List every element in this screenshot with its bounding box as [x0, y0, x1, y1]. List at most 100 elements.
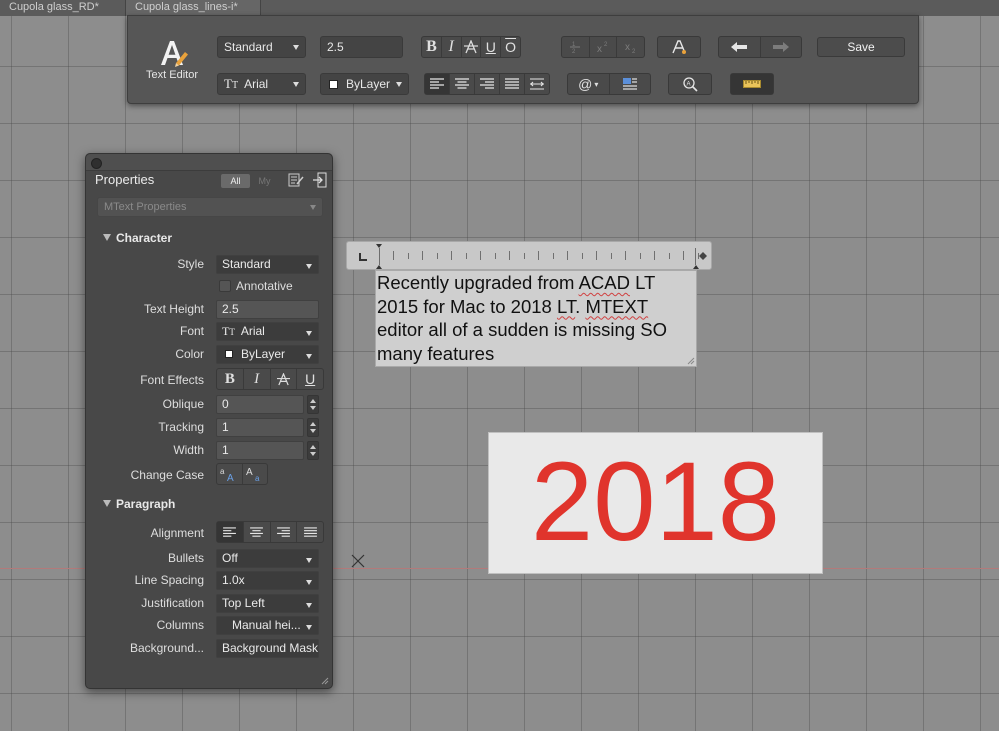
color-select[interactable]: ByLayer [216, 345, 319, 364]
line-spacing-select[interactable]: 1.0x [216, 571, 319, 590]
lowercase-button[interactable]: Aa [243, 464, 268, 484]
text-formatting-icon [672, 40, 686, 54]
style-select[interactable]: Standard [216, 255, 319, 274]
width-stepper[interactable] [307, 441, 319, 460]
strikethrough-button[interactable] [271, 369, 298, 389]
superscript-button[interactable]: x2 [590, 37, 618, 57]
text-height-field[interactable]: 2.5 [216, 300, 319, 319]
text-formatting-button[interactable] [658, 37, 700, 57]
mtext-line-3: editor all of a sudden is missing SO [377, 319, 667, 340]
style-label: Style [177, 257, 204, 271]
para-align-left-button[interactable] [217, 522, 244, 542]
ruler-tick [625, 251, 626, 260]
font-select[interactable]: TT Arial [217, 73, 306, 95]
align-center-icon [250, 526, 264, 537]
misspelled-word: LT [556, 295, 576, 317]
section-paragraph[interactable]: Paragraph [103, 497, 175, 511]
svg-text:A: A [687, 82, 691, 88]
palette-titlebar[interactable] [86, 154, 332, 171]
text-height-input[interactable]: 2.5 [320, 36, 403, 58]
filter-segment: All My [221, 174, 279, 188]
ruler-tick [523, 253, 525, 259]
text-style-select[interactable]: Standard [217, 36, 306, 58]
close-button[interactable] [91, 158, 102, 169]
strikethrough-button[interactable] [462, 37, 482, 57]
stack-button[interactable]: 12 [562, 37, 590, 57]
text-editor-title: Text Editor [146, 69, 198, 81]
doc-tab-cupola-rd[interactable]: Cupola glass_RD* [0, 0, 126, 16]
color-select[interactable]: ByLayer [320, 73, 409, 95]
mtext-content[interactable]: Recently upgraded from ACAD LT 2015 for … [377, 271, 695, 365]
background-label: Background... [129, 641, 204, 655]
para-align-right-button[interactable] [271, 522, 298, 542]
ruler-tick [538, 251, 539, 260]
svg-text:2: 2 [632, 49, 636, 54]
color-value: ByLayer [241, 347, 286, 361]
undo-button[interactable] [719, 37, 761, 57]
insert-group: @ ▾ [567, 73, 651, 95]
bold-button[interactable]: B [422, 37, 442, 57]
annotative-checkbox[interactable] [219, 280, 231, 292]
right-indent-marker-icon[interactable] [692, 260, 700, 270]
bold-button[interactable]: B [217, 369, 244, 389]
align-center-icon [455, 78, 469, 89]
filter-my-tab[interactable]: My [250, 174, 279, 188]
ruler-toggle-button[interactable] [731, 74, 773, 94]
underline-button[interactable]: U [481, 37, 502, 57]
ruler-tick [436, 253, 438, 259]
bullets-select[interactable]: Off [216, 549, 319, 568]
palette-title: Properties [95, 172, 155, 187]
italic-button[interactable]: I [442, 37, 462, 57]
overline-button[interactable]: O [501, 37, 520, 57]
resize-grip-icon[interactable] [687, 357, 695, 365]
mtext-span: . [575, 295, 586, 317]
find-replace-button[interactable]: A [669, 74, 711, 94]
indent-marker-icon[interactable] [375, 243, 383, 270]
save-button[interactable]: Save [817, 37, 905, 57]
oblique-field[interactable]: 0 [216, 395, 304, 414]
italic-button[interactable]: I [244, 369, 271, 389]
align-center-button[interactable] [450, 74, 475, 94]
oblique-stepper[interactable] [307, 395, 319, 414]
mtext-line-4: many features [377, 342, 495, 364]
strikethrough-icon [276, 372, 290, 385]
background-mask-button[interactable]: Background Mask [216, 639, 319, 658]
color-label: Color [175, 347, 204, 361]
columns-select[interactable]: Manual hei... [216, 616, 319, 635]
font-select[interactable]: TT Arial [216, 322, 319, 341]
tracking-field[interactable]: 1 [216, 418, 304, 437]
align-left-button[interactable] [425, 74, 450, 94]
chevron-down-icon [396, 82, 402, 87]
object-type-select[interactable]: MText Properties [97, 197, 323, 217]
redo-button[interactable] [761, 37, 802, 57]
tab-stop-icon[interactable] [358, 252, 368, 262]
resize-grip-icon[interactable] [321, 677, 329, 685]
year-label-card: 2018 [488, 432, 823, 574]
export-icon[interactable] [312, 172, 328, 188]
justification-select[interactable]: Top Left [216, 594, 319, 613]
tracking-stepper[interactable] [307, 418, 319, 437]
doc-tab-cupola-lines[interactable]: Cupola glass_lines-i* [126, 0, 261, 16]
width-handle-icon[interactable] [698, 251, 708, 261]
uppercase-button[interactable]: aA [217, 464, 243, 484]
para-justify-button[interactable] [297, 522, 323, 542]
misspelled-word: ACAD [578, 272, 630, 293]
text-editor-icon [161, 41, 188, 67]
align-right-button[interactable] [475, 74, 500, 94]
subscript-button[interactable]: x2 [617, 37, 644, 57]
edit-properties-icon[interactable] [288, 172, 304, 188]
mtext-ruler[interactable] [346, 241, 712, 270]
para-align-center-button[interactable] [244, 522, 271, 542]
width-field[interactable]: 1 [216, 441, 304, 460]
insert-field-button[interactable] [610, 74, 651, 94]
align-right-icon [276, 526, 290, 537]
insert-symbol-button[interactable]: @ ▾ [568, 74, 610, 94]
color-value: ByLayer [346, 77, 391, 91]
filter-all-tab[interactable]: All [221, 174, 250, 188]
section-character[interactable]: Character [103, 231, 172, 245]
distribute-button[interactable] [525, 74, 549, 94]
underline-button[interactable]: U [297, 369, 323, 389]
justify-button[interactable] [500, 74, 525, 94]
mtext-edit-box[interactable]: Recently upgraded from ACAD LT 2015 for … [375, 270, 697, 367]
font-style-group: B I U O [421, 36, 521, 58]
